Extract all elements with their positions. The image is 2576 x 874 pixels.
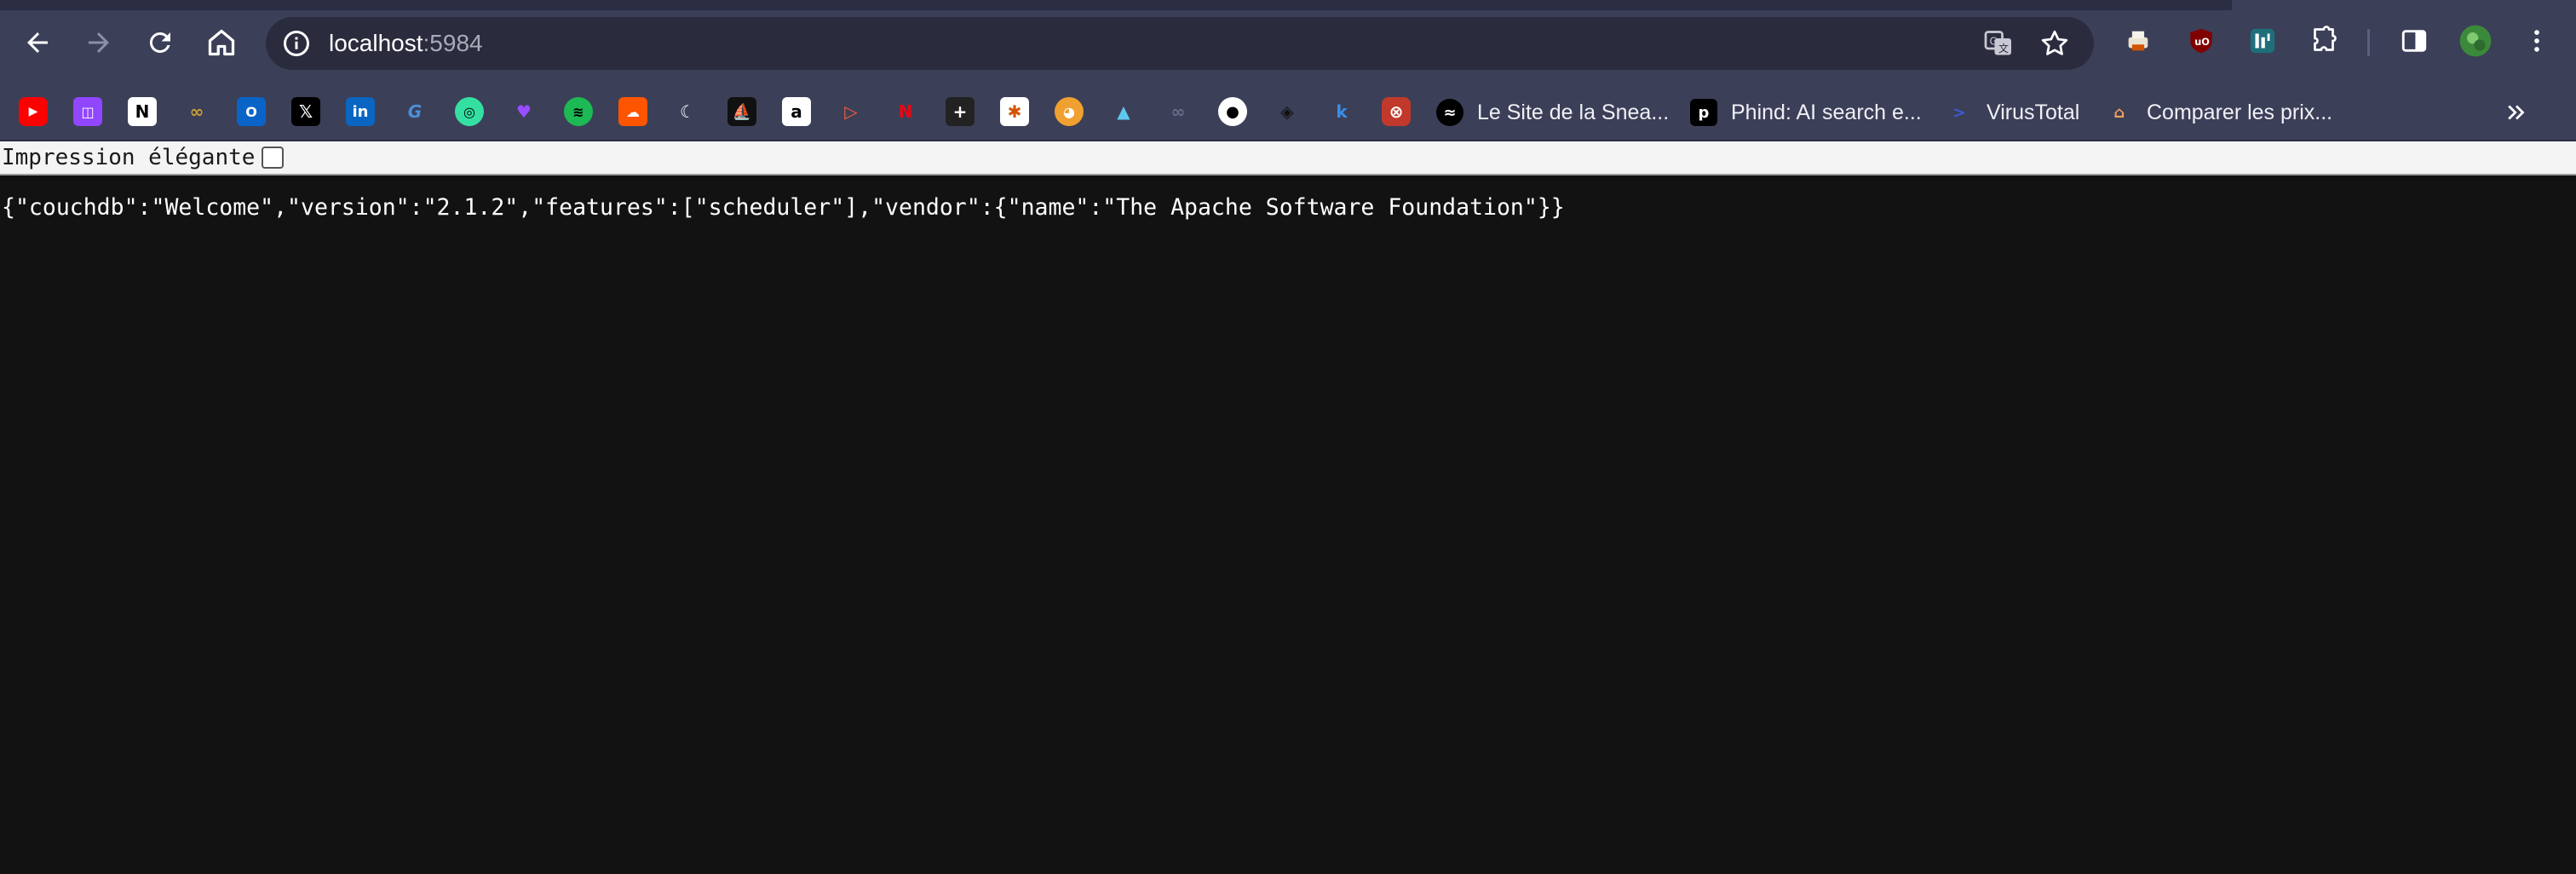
bookmark-label: Le Site de la Snea...	[1477, 100, 1670, 124]
bookmark-label: Comparer les prix...	[2147, 100, 2333, 124]
notion-icon[interactable]: N	[128, 97, 157, 126]
extensions-puzzle-icon[interactable]	[2307, 24, 2341, 58]
forward-button[interactable]	[75, 19, 123, 66]
svg-text:文: 文	[1998, 42, 2009, 55]
heart-icon[interactable]: ♥	[509, 97, 538, 126]
browser-menu-icon[interactable]	[2520, 24, 2554, 58]
bookmark-virustotal[interactable]: > VirusTotal	[1946, 95, 2079, 129]
bookmark-comparer-prix[interactable]: ⌂ Comparer les prix...	[2106, 95, 2333, 129]
sneaker-icon: ≈	[1436, 99, 1463, 126]
grammarly-icon[interactable]: G	[400, 97, 429, 126]
site-info-icon[interactable]	[281, 28, 312, 59]
tab-strip	[0, 0, 2576, 10]
bookmark-star-icon[interactable]	[2039, 28, 2070, 59]
linkedin-icon[interactable]: in	[346, 97, 375, 126]
layers-icon[interactable]: ◈	[1273, 97, 1302, 126]
k-icon[interactable]: k	[1327, 97, 1356, 126]
extension-bars-icon[interactable]	[2245, 24, 2280, 58]
extension-printer-icon[interactable]	[2121, 24, 2155, 58]
ship-icon[interactable]: ⛵	[727, 97, 756, 126]
moon-icon[interactable]: ☾	[673, 97, 702, 126]
bookmarks-overflow-button[interactable]	[2499, 95, 2533, 129]
translate-icon[interactable]: G文	[1983, 28, 2014, 59]
target-icon[interactable]: ⊗	[1382, 97, 1411, 126]
phind-icon: p	[1690, 99, 1717, 126]
bookmarks-bar: ▶ ◫ N ∞ O 𝕏 in G ◎ ♥ ≋ ☁ ☾ ⛵ a ▷ N + ✱ ◕…	[0, 85, 2576, 141]
active-tab[interactable]	[2232, 0, 2576, 10]
mountain-icon[interactable]: ▲	[1109, 97, 1138, 126]
spotify-icon[interactable]: ≋	[564, 97, 593, 126]
home-button[interactable]	[198, 19, 245, 66]
reload-icon	[149, 32, 170, 53]
pretty-print-bar: Impression élégante	[0, 141, 2576, 175]
bookmark-phind[interactable]: p Phind: AI search e...	[1690, 95, 1922, 129]
mask-icon[interactable]: ∞	[1164, 97, 1193, 126]
json-response-body: {"couchdb":"Welcome","version":"2.1.2","…	[2, 194, 1565, 221]
bag-icon: ⌂	[2113, 103, 2125, 122]
twitch-icon[interactable]: ◫	[73, 97, 102, 126]
youtube-icon[interactable]: ▶	[19, 97, 48, 126]
forward-arrow-icon	[89, 32, 109, 53]
pretty-print-label: Impression élégante	[2, 145, 256, 170]
url-port: :5984	[423, 30, 483, 56]
browser-toolbar: localhost:5984 G文 uO	[0, 0, 2576, 85]
virustotal-icon: >	[1952, 103, 1966, 122]
chevron-double-right-icon	[2508, 105, 2525, 120]
reload-button[interactable]	[136, 19, 184, 66]
puzzle-icon[interactable]: ✱	[1000, 97, 1029, 126]
pretty-print-checkbox[interactable]	[262, 147, 285, 169]
tripadvisor-icon[interactable]: ◎	[455, 97, 484, 126]
github-icon[interactable]: ●	[1218, 97, 1247, 126]
svg-text:uO: uO	[2194, 36, 2210, 48]
toolbar-separator	[2367, 29, 2370, 56]
bookmark-label: VirusTotal	[1987, 100, 2080, 124]
side-panel-icon[interactable]	[2397, 24, 2431, 58]
back-arrow-icon	[27, 32, 48, 53]
play-icon[interactable]: ▷	[837, 97, 865, 126]
bookmark-label: Phind: AI search e...	[1731, 100, 1922, 124]
x-icon[interactable]: 𝕏	[291, 97, 320, 126]
binoculars-icon[interactable]: ∞	[182, 97, 211, 126]
amazon-icon[interactable]: a	[782, 97, 811, 126]
outlook-icon[interactable]: O	[237, 97, 266, 126]
soundcloud-icon[interactable]: ☁	[618, 97, 647, 126]
home-icon	[208, 29, 235, 56]
profile-avatar[interactable]	[2458, 24, 2493, 58]
bookmark-sneaker-site[interactable]: ≈ Le Site de la Snea...	[1436, 95, 1669, 129]
fox-icon[interactable]: ◕	[1055, 97, 1084, 126]
svg-text:G: G	[1990, 36, 1998, 48]
plus-icon[interactable]: +	[946, 97, 975, 126]
ublock-origin-icon[interactable]: uO	[2184, 24, 2218, 58]
back-button[interactable]	[14, 19, 61, 66]
netflix-icon[interactable]: N	[891, 97, 920, 126]
url-host: localhost	[329, 30, 423, 56]
address-bar[interactable]: localhost:5984 G文	[266, 17, 2094, 70]
url-text[interactable]: localhost:5984	[329, 29, 483, 58]
